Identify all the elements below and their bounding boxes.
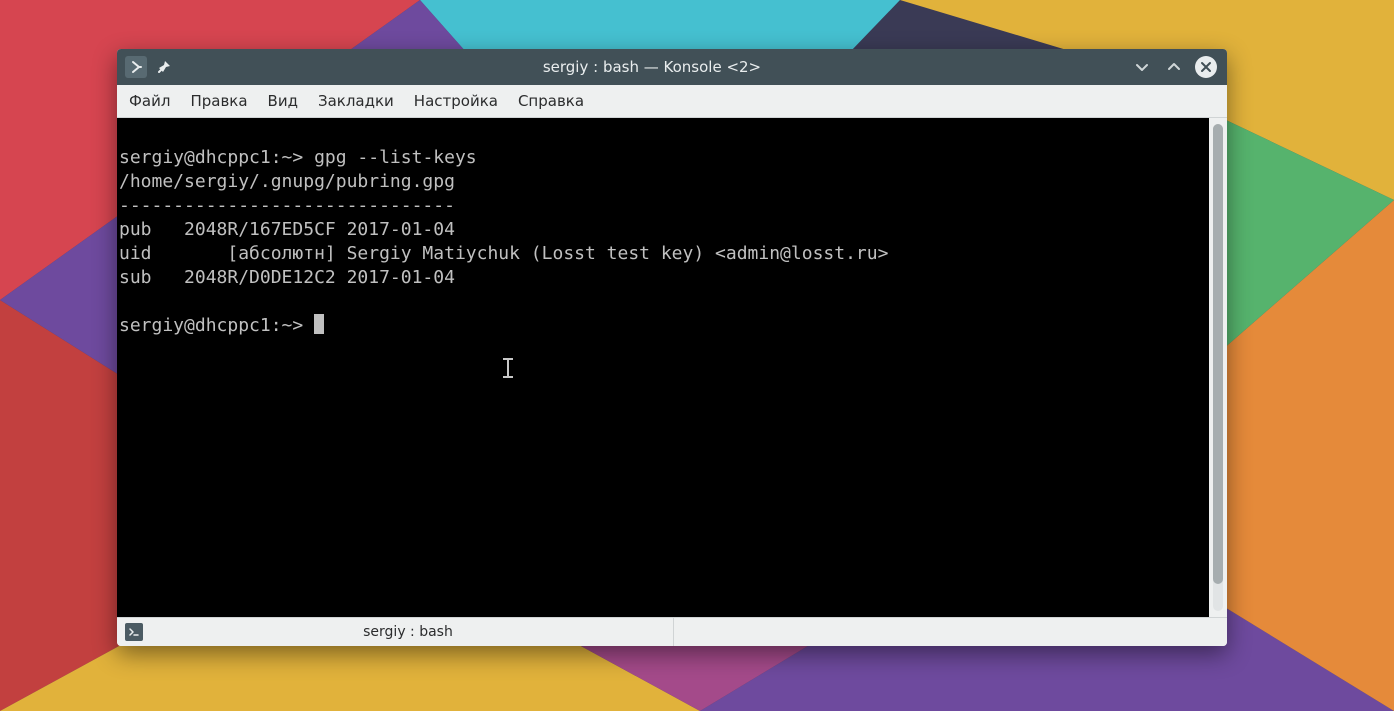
output-line: /home/sergiy/.gnupg/pubring.gpg xyxy=(119,171,455,192)
menu-edit[interactable]: Правка xyxy=(190,92,247,110)
output-line: pub 2048R/167ED5CF 2017-01-04 xyxy=(119,219,455,240)
text-cursor-icon xyxy=(503,358,513,378)
output-line: uid [абсолютн] Sergiy Matiychuk (Losst t… xyxy=(119,243,888,264)
terminal-tab[interactable]: sergiy : bash xyxy=(117,618,674,646)
output-line: ------------------------------- xyxy=(119,195,455,216)
tab-label: sergiy : bash xyxy=(151,624,665,640)
menu-file[interactable]: Файл xyxy=(129,92,170,110)
prompt: sergiy@dhcppc1:~> xyxy=(119,315,314,336)
maximize-button[interactable] xyxy=(1163,56,1185,78)
titlebar-left xyxy=(117,56,173,78)
output-line: sub 2048R/D0DE12C2 2017-01-04 xyxy=(119,267,455,288)
close-button[interactable] xyxy=(1195,56,1217,78)
terminal-cursor xyxy=(314,314,324,334)
titlebar-right xyxy=(1131,56,1227,78)
pin-icon[interactable] xyxy=(155,58,173,76)
terminal-icon xyxy=(125,623,143,641)
terminal-wrap: sergiy@dhcppc1:~> gpg --list-keys /home/… xyxy=(117,118,1227,617)
scrollbar[interactable] xyxy=(1209,118,1227,617)
konsole-window: sergiy : bash — Konsole <2> Файл Правка … xyxy=(117,49,1227,646)
minimize-button[interactable] xyxy=(1131,56,1153,78)
command-text: gpg --list-keys xyxy=(314,147,477,168)
window-titlebar: sergiy : bash — Konsole <2> xyxy=(117,49,1227,85)
menu-view[interactable]: Вид xyxy=(268,92,298,110)
menubar: Файл Правка Вид Закладки Настройка Справ… xyxy=(117,85,1227,118)
tabbar: sergiy : bash xyxy=(117,617,1227,646)
menu-help[interactable]: Справка xyxy=(518,92,584,110)
terminal[interactable]: sergiy@dhcppc1:~> gpg --list-keys /home/… xyxy=(117,118,1209,617)
desktop-root: sergiy : bash — Konsole <2> Файл Правка … xyxy=(0,0,1394,711)
scrollbar-thumb[interactable] xyxy=(1213,124,1223,584)
prompt: sergiy@dhcppc1:~> xyxy=(119,147,314,168)
app-menu-button[interactable] xyxy=(125,56,147,78)
menu-bookmarks[interactable]: Закладки xyxy=(318,92,394,110)
window-title: sergiy : bash — Konsole <2> xyxy=(173,58,1131,76)
menu-settings[interactable]: Настройка xyxy=(414,92,498,110)
